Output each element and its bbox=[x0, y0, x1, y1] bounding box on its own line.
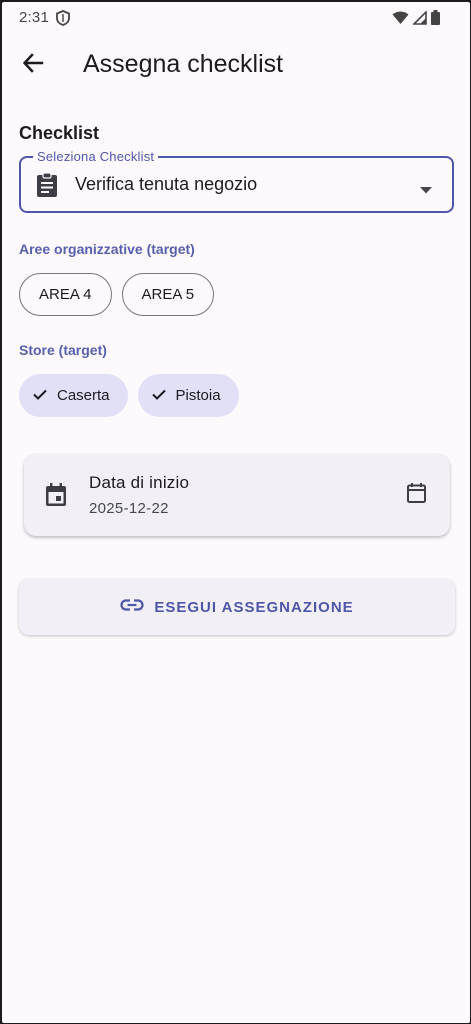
app-bar: Assegna checklist bbox=[2, 36, 470, 94]
shield-icon bbox=[56, 10, 70, 31]
areas-chip-row: AREA 4 AREA 5 bbox=[19, 273, 215, 316]
dropdown-arrow-icon bbox=[420, 181, 432, 199]
arrow-back-icon bbox=[22, 52, 44, 79]
status-bar: 2:31 bbox=[2, 2, 470, 32]
date-picker-button[interactable] bbox=[398, 477, 434, 513]
area-chip[interactable]: AREA 4 bbox=[19, 273, 112, 316]
signal-icon bbox=[412, 9, 427, 30]
start-date-card[interactable]: Data di inizio 2025-12-22 bbox=[24, 454, 450, 536]
chip-label: Pistoia bbox=[175, 387, 221, 404]
battery-icon bbox=[431, 10, 440, 30]
checklist-dropdown[interactable]: Seleziona Checklist Verifica tenuta nego… bbox=[19, 149, 454, 213]
chip-label: AREA 4 bbox=[39, 286, 92, 303]
dropdown-value: Verifica tenuta negozio bbox=[75, 174, 258, 194]
calendar-filled-icon bbox=[45, 483, 67, 512]
check-icon bbox=[33, 387, 47, 404]
dropdown-label: Seleziona Checklist bbox=[33, 149, 159, 164]
stores-chip-row: Caserta Pistoia bbox=[19, 374, 239, 417]
chip-label: Caserta bbox=[57, 387, 110, 404]
area-chip[interactable]: AREA 5 bbox=[121, 273, 215, 316]
store-chip[interactable]: Pistoia bbox=[137, 374, 239, 417]
clipboard-icon bbox=[36, 172, 58, 203]
start-date-title: Data di inizio bbox=[89, 473, 190, 492]
assign-button-label: ESEGUI ASSEGNAZIONE bbox=[154, 598, 354, 616]
back-button[interactable] bbox=[12, 44, 54, 86]
check-icon bbox=[151, 387, 166, 404]
status-icons bbox=[392, 9, 440, 30]
status-time: 2:31 bbox=[19, 9, 49, 26]
assign-button[interactable]: ESEGUI ASSEGNAZIONE bbox=[19, 579, 455, 635]
wifi-icon bbox=[392, 11, 409, 30]
start-date-value: 2025-12-22 bbox=[89, 500, 169, 517]
checklist-heading: Checklist bbox=[19, 123, 100, 143]
screen: 2:31 Assegna checklist Checklist Selezio… bbox=[2, 2, 470, 1023]
chip-label: AREA 5 bbox=[141, 286, 195, 303]
store-chip[interactable]: Caserta bbox=[19, 374, 128, 417]
stores-label: Store (target) bbox=[19, 342, 107, 358]
page-title: Assegna checklist bbox=[83, 50, 284, 78]
link-icon bbox=[120, 598, 144, 616]
calendar-outline-icon bbox=[406, 482, 426, 508]
areas-label: Aree organizzative (target) bbox=[19, 241, 195, 257]
